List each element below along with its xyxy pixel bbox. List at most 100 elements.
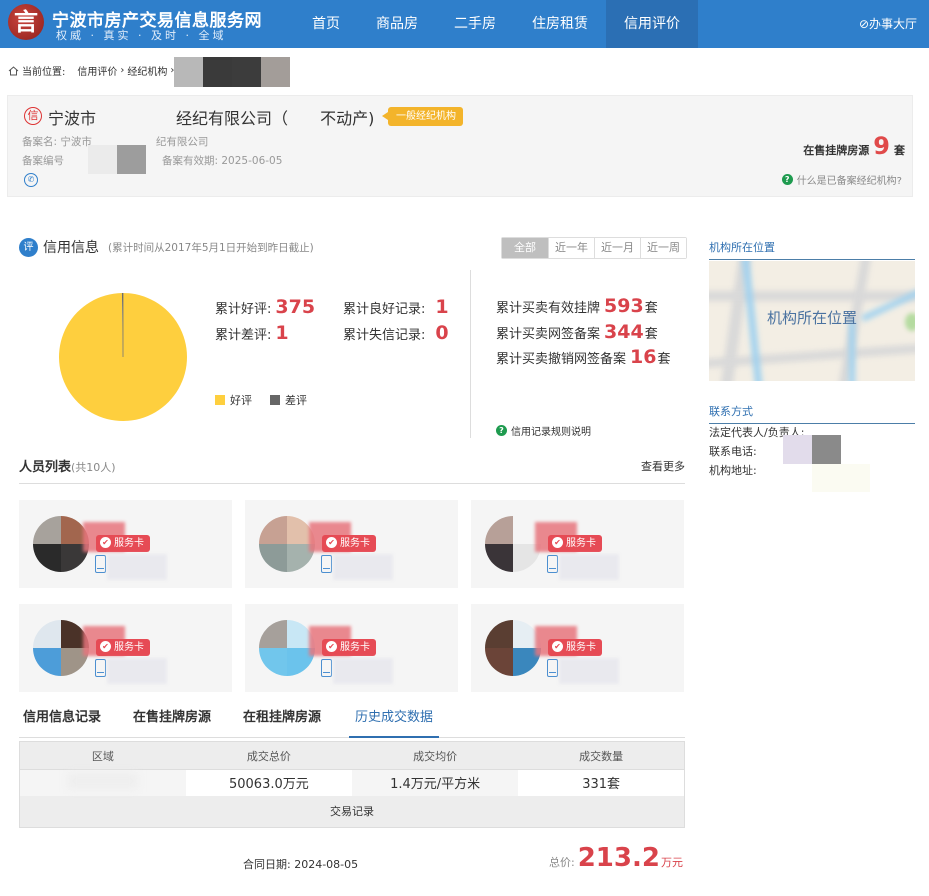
cell-avg-price: 1.4万元/平方米 [352,769,519,796]
avatar [259,516,315,572]
cell-count: 331套 [582,777,621,793]
pie-legend: 好评 差评 [215,392,307,408]
avatar [33,516,89,572]
listing-count[interactable]: 在售挂牌房源 9 套 [803,132,905,160]
record-number-label: 备案编号 [22,155,64,167]
redacted-phone [812,435,841,464]
mobile-phone-icon [547,555,558,573]
office-hall-link[interactable]: ⊘办事大厅 [859,0,917,48]
tab-credit-records[interactable]: 信用信息记录 [19,702,101,738]
avatar [485,516,541,572]
staff-card[interactable]: 服务卡 [245,500,458,588]
col-total-price: 成交总价 [185,741,352,770]
phone-label: 联系电话: [709,445,757,458]
staff-list-header: 人员列表(共10人) 查看更多 [19,456,685,484]
nav-home[interactable]: 首页 [294,0,358,48]
staff-card[interactable]: 服务卡 [19,500,232,588]
good-record-stat: 累计良好记录: 1 [343,296,449,318]
nav-new-homes[interactable]: 商品房 [358,0,436,48]
avatar [485,620,541,676]
legend-swatch-bad [270,395,280,405]
trade-stat-listings: 累计买卖有效挂牌 593 套 [496,295,658,317]
service-card-badge[interactable]: 服务卡 [322,535,376,552]
home-icon [8,65,19,75]
staff-count: (共10人) [71,461,116,474]
site-header: 言 宁波市房产交易信息服务网 权威 · 真实 · 及时 · 全域 首页 商品房 … [0,0,929,48]
credit-seal-icon: 信 [24,107,42,125]
service-card-badge[interactable]: 服务卡 [548,535,602,552]
avatar [33,620,89,676]
breadcrumb-prefix: 当前位置: [22,67,66,78]
breadcrumb: 当前位置: 信用评价 › 经纪机构 › [8,63,174,78]
address-label: 机构地址: [709,464,757,477]
help-icon: ? [496,425,507,436]
location-map[interactable]: 机构所在位置 [709,261,915,381]
breadcrumb-credit[interactable]: 信用评价 [77,63,117,78]
credit-title: 信用信息 [43,240,99,256]
divider [470,270,471,438]
range-week[interactable]: 近一周 [640,238,686,258]
redacted-breadcrumb [174,57,290,87]
agency-summary: 信 宁波市＿＿＿＿＿经纪有限公司（＿＿不动产) 一般经纪机构 备案名: 宁波市纪… [7,95,913,197]
nav-resale[interactable]: 二手房 [436,0,514,48]
tab-for-rent[interactable]: 在租挂牌房源 [239,702,321,738]
deal-total-price: 总价: 213.2 万元 [549,843,683,873]
mobile-phone-icon [321,555,332,573]
view-more-link[interactable]: 查看更多 [641,458,685,474]
col-avg-price: 成交均价 [352,741,519,770]
phone-icon[interactable]: ✆ [24,173,38,187]
mobile-phone-icon [95,555,106,573]
redacted-record-number [117,145,146,174]
help-icon: ? [781,174,793,185]
trade-stat-signed: 累计买卖网签备案 344 套 [496,321,658,343]
service-card-badge[interactable]: 服务卡 [96,535,150,552]
map-label: 机构所在位置 [766,309,857,327]
bad-record-stat: 累计失信记录: 0 [343,322,449,344]
contact-title: 联系方式 [709,403,915,424]
range-all[interactable]: 全部 [502,238,548,258]
trade-stat-revoked: 累计买卖撤销网签备案 16 套 [496,346,671,368]
redacted-phone [333,658,393,684]
staff-card[interactable]: 服务卡 [471,500,684,588]
redacted-phone [107,554,167,580]
rating-pie-chart [59,293,187,421]
col-count: 成交数量 [518,741,685,770]
legend-swatch-good [215,395,225,405]
agency-tabs: 信用信息记录 在售挂牌房源 在租挂牌房源 历史成交数据 [19,702,685,738]
site-slogan: 权威 · 真实 · 及时 · 全域 [56,29,227,42]
location-title: 机构所在位置 [709,239,915,260]
nav-rental[interactable]: 住房租赁 [514,0,606,48]
range-month[interactable]: 近一月 [594,238,640,258]
legend-good: 好评 [215,392,252,408]
legend-bad: 差评 [270,392,307,408]
breadcrumb-agency[interactable]: 经纪机构 [127,63,167,78]
cell-area [19,769,186,796]
transaction-records-button[interactable]: 交易记录 [19,795,685,828]
breadcrumb-separator: › [120,65,125,76]
tab-history[interactable]: 历史成交数据 [349,702,440,738]
tab-for-sale[interactable]: 在售挂牌房源 [129,702,211,738]
table-header-row: 区域 成交总价 成交均价 成交数量 [19,741,685,770]
bad-review-value: 1 [275,322,289,344]
staff-card[interactable]: 服务卡 [245,604,458,692]
agency-name: 宁波市＿＿＿＿＿经纪有限公司（＿＿不动产) [48,109,375,128]
staff-card[interactable]: 服务卡 [471,604,684,692]
main-nav: 首页 商品房 二手房 住房租赁 信用评价 [294,0,698,48]
col-area: 区域 [19,741,186,770]
staff-card[interactable]: 服务卡 [19,604,232,692]
what-is-registered-link[interactable]: ? 什么是已备案经纪机构? [781,172,902,187]
nav-credit[interactable]: 信用评价 [606,0,698,48]
redacted-record-number [88,145,118,174]
site-logo-icon[interactable]: 言 [8,4,44,40]
service-card-badge[interactable]: 服务卡 [322,639,376,656]
service-card-badge[interactable]: 服务卡 [96,639,150,656]
table-row: 50063.0万元 1.4万元/平方米 331套 [19,769,685,796]
history-table: 区域 成交总价 成交均价 成交数量 50063.0万元 1.4万元/平方米 33… [19,741,685,828]
credit-rules-link[interactable]: ? 信用记录规则说明 [496,423,591,438]
good-record-value: 1 [435,296,449,318]
agency-type-tag: 一般经纪机构 [382,107,463,126]
mobile-phone-icon [95,659,106,677]
service-card-badge[interactable]: 服务卡 [548,639,602,656]
bad-record-value: 0 [435,322,449,344]
range-year[interactable]: 近一年 [548,238,594,258]
